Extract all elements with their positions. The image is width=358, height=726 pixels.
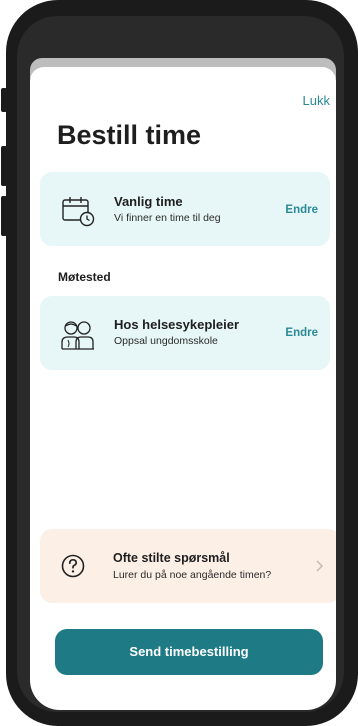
phone-volume-down (1, 196, 7, 236)
appointment-type-card[interactable]: Vanlig time Vi finner en time til deg En… (40, 172, 330, 246)
faq-card[interactable]: Ofte stilte spørsmål Lurer du på noe ang… (40, 529, 336, 603)
meeting-place-subtitle: Oppsal ungdomsskole (114, 335, 218, 347)
close-link[interactable]: Lukk (303, 93, 330, 108)
booking-sheet: Lukk Bestill time Vanlig time Vi finner … (30, 67, 336, 710)
chevron-right-icon (316, 560, 324, 572)
edit-appointment-type-button[interactable]: Endre (285, 204, 318, 216)
send-booking-button[interactable]: Send timebestilling (55, 629, 323, 675)
phone-side-button (1, 88, 7, 112)
nurse-people-icon (61, 321, 94, 350)
calendar-clock-icon (62, 197, 95, 227)
meeting-place-card[interactable]: Hos helsesykepleier Oppsal ungdomsskole … (40, 296, 330, 370)
edit-meeting-place-button[interactable]: Endre (285, 327, 318, 339)
phone-volume-up (1, 146, 7, 186)
question-circle-icon (61, 554, 85, 578)
faq-title: Ofte stilte spørsmål (113, 551, 230, 565)
appointment-type-subtitle: Vi finner en time til deg (114, 212, 221, 224)
appointment-type-title: Vanlig time (114, 194, 183, 209)
faq-subtitle: Lurer du på noe angående timen? (113, 569, 272, 581)
meeting-place-label: Møtested (58, 270, 111, 284)
meeting-place-title: Hos helsesykepleier (114, 317, 240, 332)
page-title: Bestill time (57, 120, 202, 150)
